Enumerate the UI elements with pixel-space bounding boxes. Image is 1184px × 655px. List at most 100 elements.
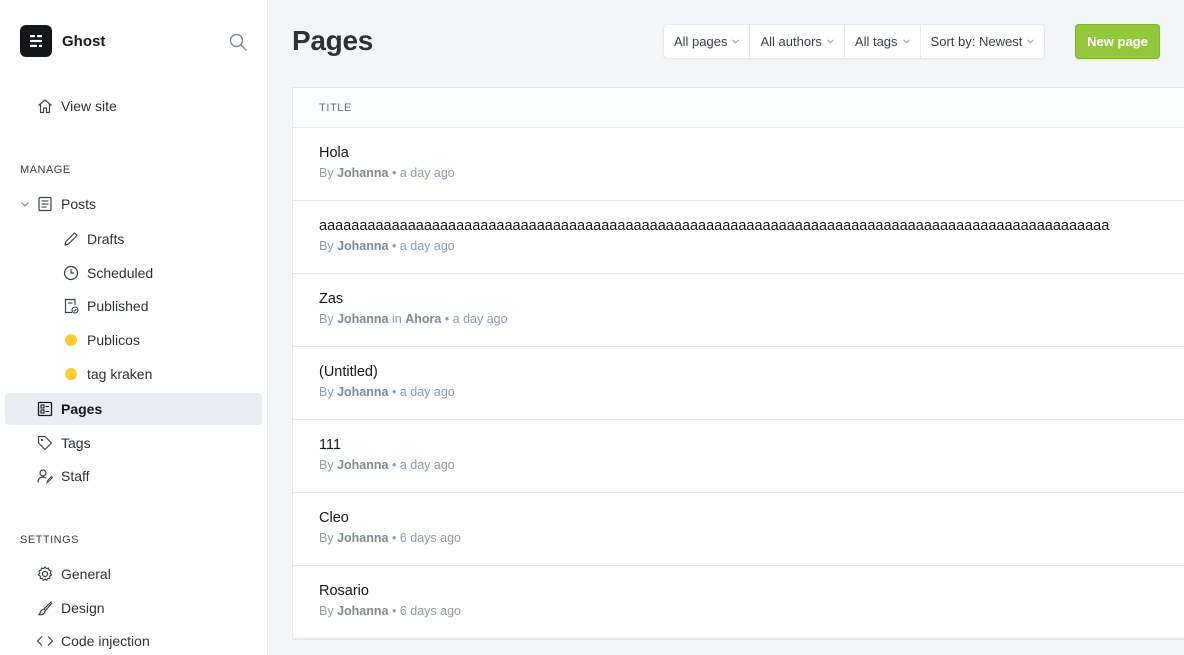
page-meta: By Johanna in Ahora • a day ago — [319, 312, 1184, 326]
posts-icon — [36, 195, 54, 213]
page-title-text: Rosario — [319, 583, 369, 599]
chevron-down-icon — [902, 38, 910, 45]
sidebar: Ghost View site MANAGE Posts Drafts Sche… — [0, 0, 268, 655]
sidebar-item-label: View site — [61, 98, 117, 114]
timestamp: a day ago — [399, 458, 455, 472]
list-item[interactable]: aaaaaaaaaaaaaaaaaaaaaaaaaaaaaaaaaaaaaaaa… — [293, 201, 1184, 274]
byline-prefix: By — [319, 385, 334, 399]
tag-color-dot-icon — [62, 331, 80, 349]
ghost-logo-icon — [20, 25, 52, 57]
filter-label: All tags — [854, 34, 898, 49]
filter-bar: All pages All authors All tags Sort by: … — [663, 24, 1046, 59]
byline-in: in — [391, 312, 402, 326]
separator-bullet: • — [391, 239, 397, 253]
filter-label: All pages — [674, 34, 728, 49]
sidebar-item-label: Posts — [61, 196, 97, 212]
page-title-text: Hola — [319, 145, 349, 161]
separator-bullet: • — [391, 531, 397, 545]
sidebar-item-posts[interactable]: Posts — [5, 188, 262, 220]
sidebar-item-code-injection[interactable]: Code injection — [5, 625, 262, 655]
brush-icon — [36, 599, 54, 617]
sidebar-item-label: Scheduled — [87, 265, 154, 281]
timestamp: 6 days ago — [399, 531, 462, 545]
list-item[interactable]: Hola By Johanna • a day ago — [293, 128, 1184, 201]
sidebar-item-label: tag kraken — [87, 366, 153, 382]
sidebar-item-label: Published — [87, 298, 149, 314]
filter-label: Sort by: Newest — [930, 34, 1023, 49]
separator-bullet: • — [391, 458, 397, 472]
list-item[interactable]: Zas By Johanna in Ahora • a day ago — [293, 274, 1184, 347]
timestamp: a day ago — [452, 312, 508, 326]
primary-tag: Ahora — [405, 312, 442, 326]
page-meta: By Johanna • 6 days ago — [319, 531, 1184, 545]
pages-icon — [36, 400, 54, 418]
gear-icon — [36, 565, 54, 583]
page-title-text: aaaaaaaaaaaaaaaaaaaaaaaaaaaaaaaaaaaaaaaa… — [319, 218, 1110, 234]
sidebar-item-pages[interactable]: Pages — [5, 393, 262, 425]
sidebar-item-general[interactable]: General — [5, 558, 262, 590]
list-item[interactable]: 111 By Johanna • a day ago — [293, 420, 1184, 493]
byline-prefix: By — [319, 312, 334, 326]
byline-prefix: By — [319, 531, 334, 545]
pencil-icon — [62, 230, 80, 248]
filter-tag-dropdown[interactable]: All tags — [845, 25, 921, 58]
list-item[interactable]: Cleo By Johanna • 6 days ago — [293, 493, 1184, 566]
sidebar-item-scheduled[interactable]: Scheduled — [5, 257, 262, 289]
sidebar-item-label: Drafts — [87, 231, 125, 247]
filter-type-dropdown[interactable]: All pages — [664, 25, 751, 58]
author-name: Johanna — [337, 531, 389, 545]
page-meta: By Johanna • a day ago — [319, 385, 1184, 399]
author-name: Johanna — [337, 458, 389, 472]
page-meta: By Johanna • 6 days ago — [319, 604, 1184, 618]
chevron-down-icon — [827, 38, 834, 45]
staff-icon — [36, 467, 54, 485]
sidebar-item-tag-kraken[interactable]: tag kraken — [5, 358, 262, 390]
page-title-text: Cleo — [319, 510, 349, 526]
byline-prefix: By — [319, 239, 334, 253]
timestamp: a day ago — [399, 385, 455, 399]
chevron-down-icon — [732, 38, 740, 45]
sort-dropdown[interactable]: Sort by: Newest — [921, 25, 1045, 58]
code-icon — [36, 632, 54, 650]
page-title-text: (Untitled) — [319, 364, 378, 380]
sidebar-item-tag-publicos[interactable]: Publicos — [5, 324, 262, 356]
timestamp: a day ago — [399, 166, 455, 180]
sidebar-item-label: General — [61, 566, 111, 582]
sidebar-item-drafts[interactable]: Drafts — [5, 223, 262, 255]
chevron-down-icon — [1027, 38, 1035, 45]
byline-prefix: By — [319, 166, 334, 180]
separator-bullet: • — [444, 312, 450, 326]
brand-name: Ghost — [62, 32, 106, 50]
byline-prefix: By — [319, 458, 334, 472]
timestamp: a day ago — [399, 239, 455, 253]
timestamp: 6 days ago — [399, 604, 462, 618]
sidebar-item-label: Code injection — [61, 633, 150, 649]
sidebar-item-label: Staff — [61, 468, 90, 484]
separator-bullet: • — [391, 604, 397, 618]
sidebar-item-published[interactable]: Published — [5, 290, 262, 322]
author-name: Johanna — [337, 166, 389, 180]
sidebar-item-staff[interactable]: Staff — [5, 460, 262, 492]
manage-section-label: MANAGE — [20, 164, 71, 176]
sidebar-item-design[interactable]: Design — [5, 592, 262, 624]
search-icon[interactable] — [228, 32, 248, 52]
settings-section-label: SETTINGS — [20, 534, 80, 546]
sidebar-item-view-site[interactable]: View site — [5, 90, 262, 122]
filter-author-dropdown[interactable]: All authors — [750, 25, 845, 58]
separator-bullet: • — [391, 385, 397, 399]
published-doc-icon — [62, 297, 80, 315]
sidebar-item-label: Pages — [61, 401, 103, 417]
filter-label: All authors — [760, 34, 822, 49]
page-title-text: 111 — [319, 437, 342, 453]
pages-list: TITLE Hola By Johanna • a day ago aaaaaaaa… — [292, 87, 1184, 640]
list-item[interactable]: (Untitled) By Johanna • a day ago — [293, 347, 1184, 420]
chevron-down-icon[interactable] — [18, 195, 32, 213]
brand[interactable]: Ghost — [20, 25, 105, 57]
tag-icon — [36, 434, 54, 452]
page-title: Pages — [292, 25, 373, 56]
sidebar-item-tags[interactable]: Tags — [5, 427, 262, 459]
list-item[interactable]: Rosario By Johanna • 6 days ago — [293, 566, 1184, 639]
sidebar-item-label: Tags — [61, 435, 91, 451]
new-page-button[interactable]: New page — [1075, 24, 1160, 59]
page-title-text: Zas — [319, 291, 344, 307]
